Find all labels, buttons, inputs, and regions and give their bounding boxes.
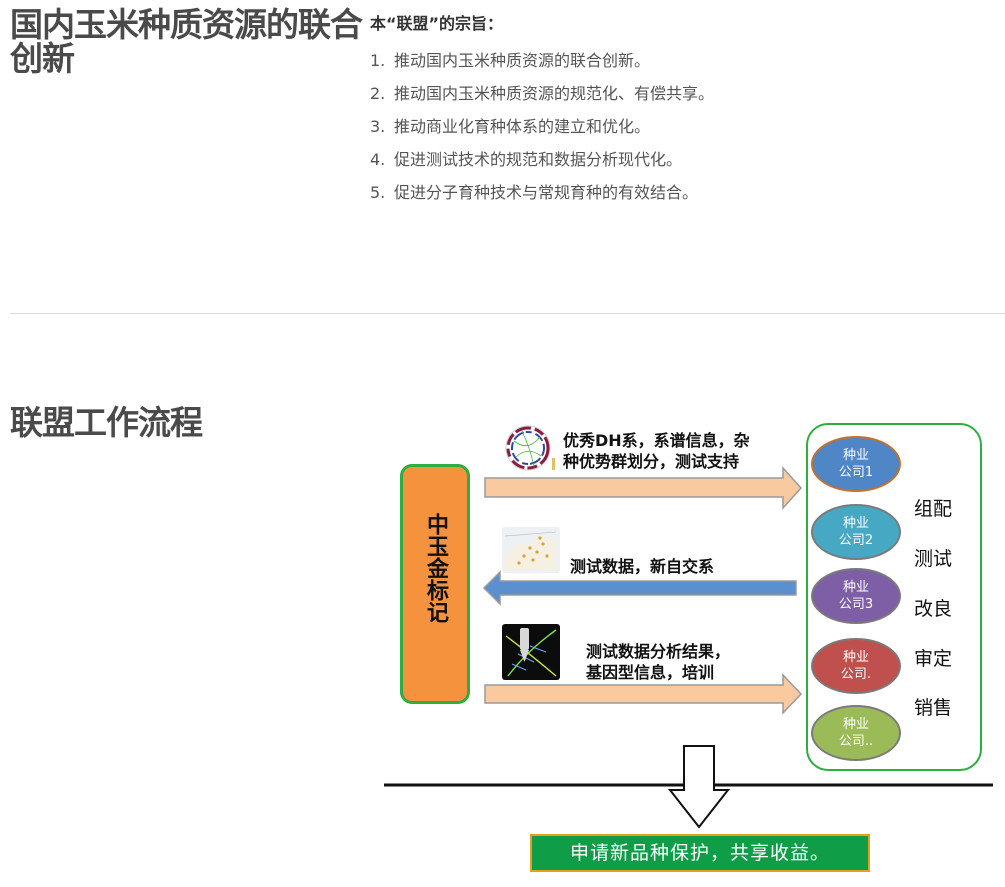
tenet-item: 3. 推动商业化育种体系的建立和优化。 [370, 117, 651, 136]
company-ellipse-2: 种业 公司2 [811, 504, 901, 560]
step-label: 改良 [914, 598, 953, 620]
step-label: 组配 [914, 498, 953, 520]
tenet-item: 1. 推动国内玉米种质资源的联合创新。 [370, 51, 651, 70]
arrow-label-middle: 测试数据，新自交系 [570, 557, 715, 576]
company-ellipse-5: 种业 公司.. [811, 705, 901, 761]
step-label: 审定 [914, 648, 953, 670]
section-heading-workflow: 联盟工作流程 [10, 403, 203, 442]
arrow-label-bottom: 测试数据分析结果， 基因型信息，培训 [586, 642, 731, 682]
down-arrow [667, 745, 731, 829]
company-ellipse-4: 种业 公司. [811, 638, 901, 694]
tenet-item: 4. 促进测试技术的规范和数据分析现代化。 [370, 150, 683, 169]
tenets-block: 本“联盟”的宗旨： 1. 推动国内玉米种质资源的联合创新。 2. 推动国内玉米种质资… [370, 10, 990, 209]
tenets-title: 本“联盟”的宗旨： [370, 14, 504, 33]
tenets-list: 1. 推动国内玉米种质资源的联合创新。 2. 推动国内玉米种质资源的规范化、有偿共享… [370, 44, 990, 209]
company-ellipse-1: 种业 公司1 [811, 436, 901, 492]
tenet-item: 5. 促进分子育种技术与常规育种的有效结合。 [370, 183, 699, 202]
org-name: 中玉金标记 [423, 513, 448, 623]
dna-lab-thumbnail [502, 624, 560, 680]
org-box: 中玉金标记 [400, 464, 470, 704]
result-box: 申请新品种保护，共享收益。 [530, 834, 870, 872]
map-thumbnail [502, 527, 560, 573]
section-heading-innovation: 国内玉米种质资源的联合创新 [10, 5, 363, 78]
step-label: 销售 [914, 697, 953, 719]
company-ellipse-3: 种业 公司3 [811, 568, 901, 624]
circular-plot-thumbnail [505, 425, 555, 471]
section-divider [10, 313, 1005, 314]
forward-arrow-top [484, 466, 803, 510]
tenet-item: 2. 推动国内玉米种质资源的规范化、有偿共享。 [370, 84, 715, 103]
step-label: 测试 [914, 548, 953, 570]
arrow-label-top: 优秀DH系，系谱信息，杂 种优势群划分，测试支持 [563, 431, 750, 471]
